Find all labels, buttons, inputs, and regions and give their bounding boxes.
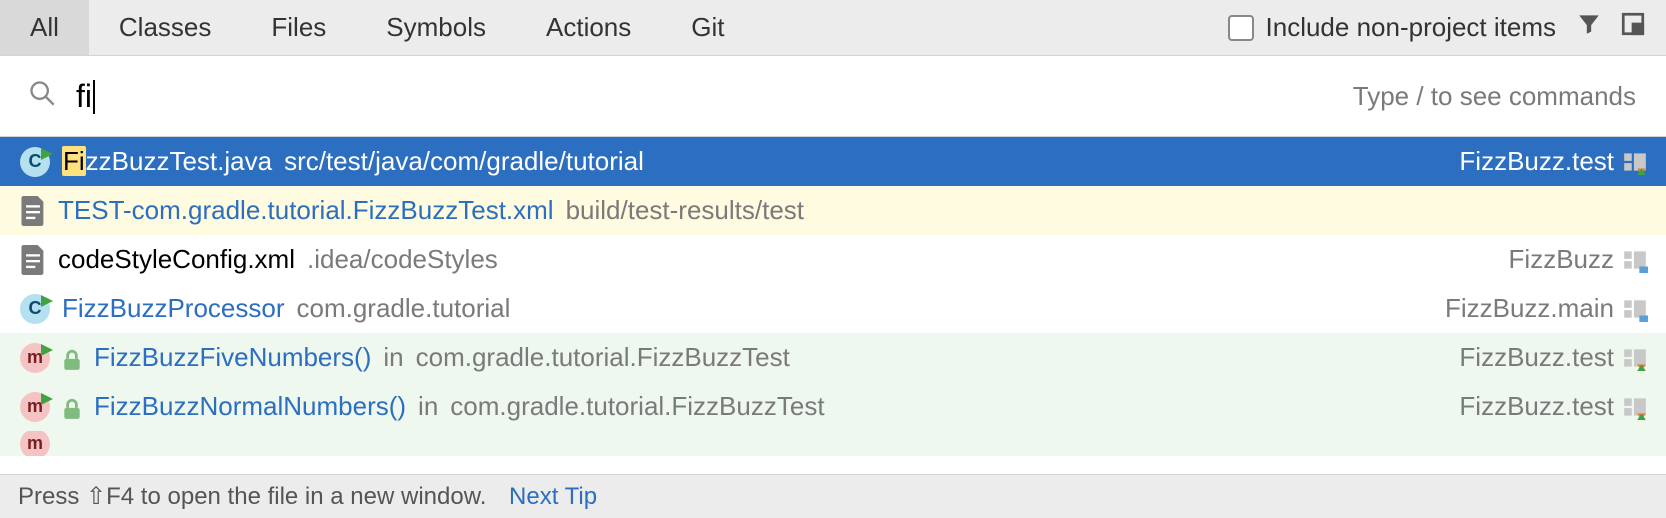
test-module-icon <box>1622 149 1648 175</box>
search-hint: Type / to see commands <box>1353 81 1636 112</box>
src-module-icon <box>1622 247 1648 273</box>
test-module-icon <box>1622 345 1648 371</box>
result-name: FizzBuzzNormalNumbers() <box>94 391 406 422</box>
run-arrow-icon <box>41 340 53 361</box>
caret-icon <box>93 80 95 114</box>
result-module: FizzBuzz.main <box>1445 293 1648 324</box>
result-row[interactable]: C FizzBuzzProcessor com.gradle.tutorial … <box>0 284 1666 333</box>
results-list: C FizzBuzzTest.java src/test/java/com/gr… <box>0 136 1666 456</box>
result-location: .idea/codeStyles <box>307 244 498 275</box>
class-icon: C <box>20 147 50 177</box>
tab-symbols[interactable]: Symbols <box>356 0 516 55</box>
result-location: com.gradle.tutorial.FizzBuzzTest <box>416 342 790 373</box>
footer-text: Press ⇧F4 to open the file in a new wind… <box>18 482 486 511</box>
in-keyword: in <box>418 391 438 422</box>
src-module-icon <box>1622 296 1648 322</box>
run-arrow-icon <box>41 144 53 165</box>
method-icon: m <box>20 392 50 422</box>
result-row[interactable]: m FizzBuzzNormalNumbers() in com.gradle.… <box>0 382 1666 431</box>
result-location: com.gradle.tutorial.FizzBuzzTest <box>450 391 824 422</box>
test-module-icon <box>1622 394 1648 420</box>
result-module: FizzBuzz.test <box>1459 146 1648 177</box>
xml-file-icon <box>20 245 46 275</box>
search-icon <box>28 79 56 114</box>
tab-files[interactable]: Files <box>241 0 356 55</box>
tab-actions[interactable]: Actions <box>516 0 661 55</box>
method-icon: m <box>20 343 50 373</box>
result-location: build/test-results/test <box>566 195 804 226</box>
lock-icon <box>62 396 82 418</box>
result-row[interactable]: C FizzBuzzTest.java src/test/java/com/gr… <box>0 137 1666 186</box>
search-row: fi Type / to see commands <box>0 56 1666 136</box>
tab-git[interactable]: Git <box>661 0 754 55</box>
result-module: FizzBuzz.test <box>1459 391 1648 422</box>
xml-file-icon <box>20 196 46 226</box>
result-module: FizzBuzz <box>1509 244 1648 275</box>
result-row-partial[interactable]: m <box>0 431 1666 456</box>
lock-icon <box>62 347 82 369</box>
result-module: FizzBuzz.test <box>1459 342 1648 373</box>
result-row[interactable]: codeStyleConfig.xml .idea/codeStyles Fiz… <box>0 235 1666 284</box>
checkbox-icon <box>1228 15 1254 41</box>
result-name: FizzBuzzProcessor <box>62 293 285 324</box>
result-name: FizzBuzzTest.java <box>62 146 272 177</box>
class-icon: C <box>20 294 50 324</box>
filter-icon[interactable] <box>1576 11 1602 44</box>
result-row[interactable]: TEST-com.gradle.tutorial.FizzBuzzTest.xm… <box>0 186 1666 235</box>
result-name: codeStyleConfig.xml <box>58 244 295 275</box>
method-icon: m <box>20 431 50 456</box>
pin-icon[interactable] <box>1620 11 1646 44</box>
footer-tip-bar: Press ⇧F4 to open the file in a new wind… <box>0 474 1666 518</box>
result-name: TEST-com.gradle.tutorial.FizzBuzzTest.xm… <box>58 195 554 226</box>
run-arrow-icon <box>41 291 53 312</box>
result-row[interactable]: m FizzBuzzFiveNumbers() in com.gradle.tu… <box>0 333 1666 382</box>
search-tabs: All Classes Files Symbols Actions Git In… <box>0 0 1666 56</box>
result-name: FizzBuzzFiveNumbers() <box>94 342 371 373</box>
result-location: src/test/java/com/gradle/tutorial <box>284 146 644 177</box>
run-arrow-icon <box>41 389 53 410</box>
result-location: com.gradle.tutorial <box>297 293 511 324</box>
include-non-project-checkbox[interactable]: Include non-project items <box>1228 12 1576 43</box>
search-value: fi <box>76 78 92 115</box>
tab-classes[interactable]: Classes <box>89 0 241 55</box>
tab-all[interactable]: All <box>0 0 89 55</box>
next-tip-link[interactable]: Next Tip <box>509 483 597 511</box>
include-label: Include non-project items <box>1266 12 1556 43</box>
search-input[interactable]: fi <box>56 78 1353 115</box>
in-keyword: in <box>383 342 403 373</box>
